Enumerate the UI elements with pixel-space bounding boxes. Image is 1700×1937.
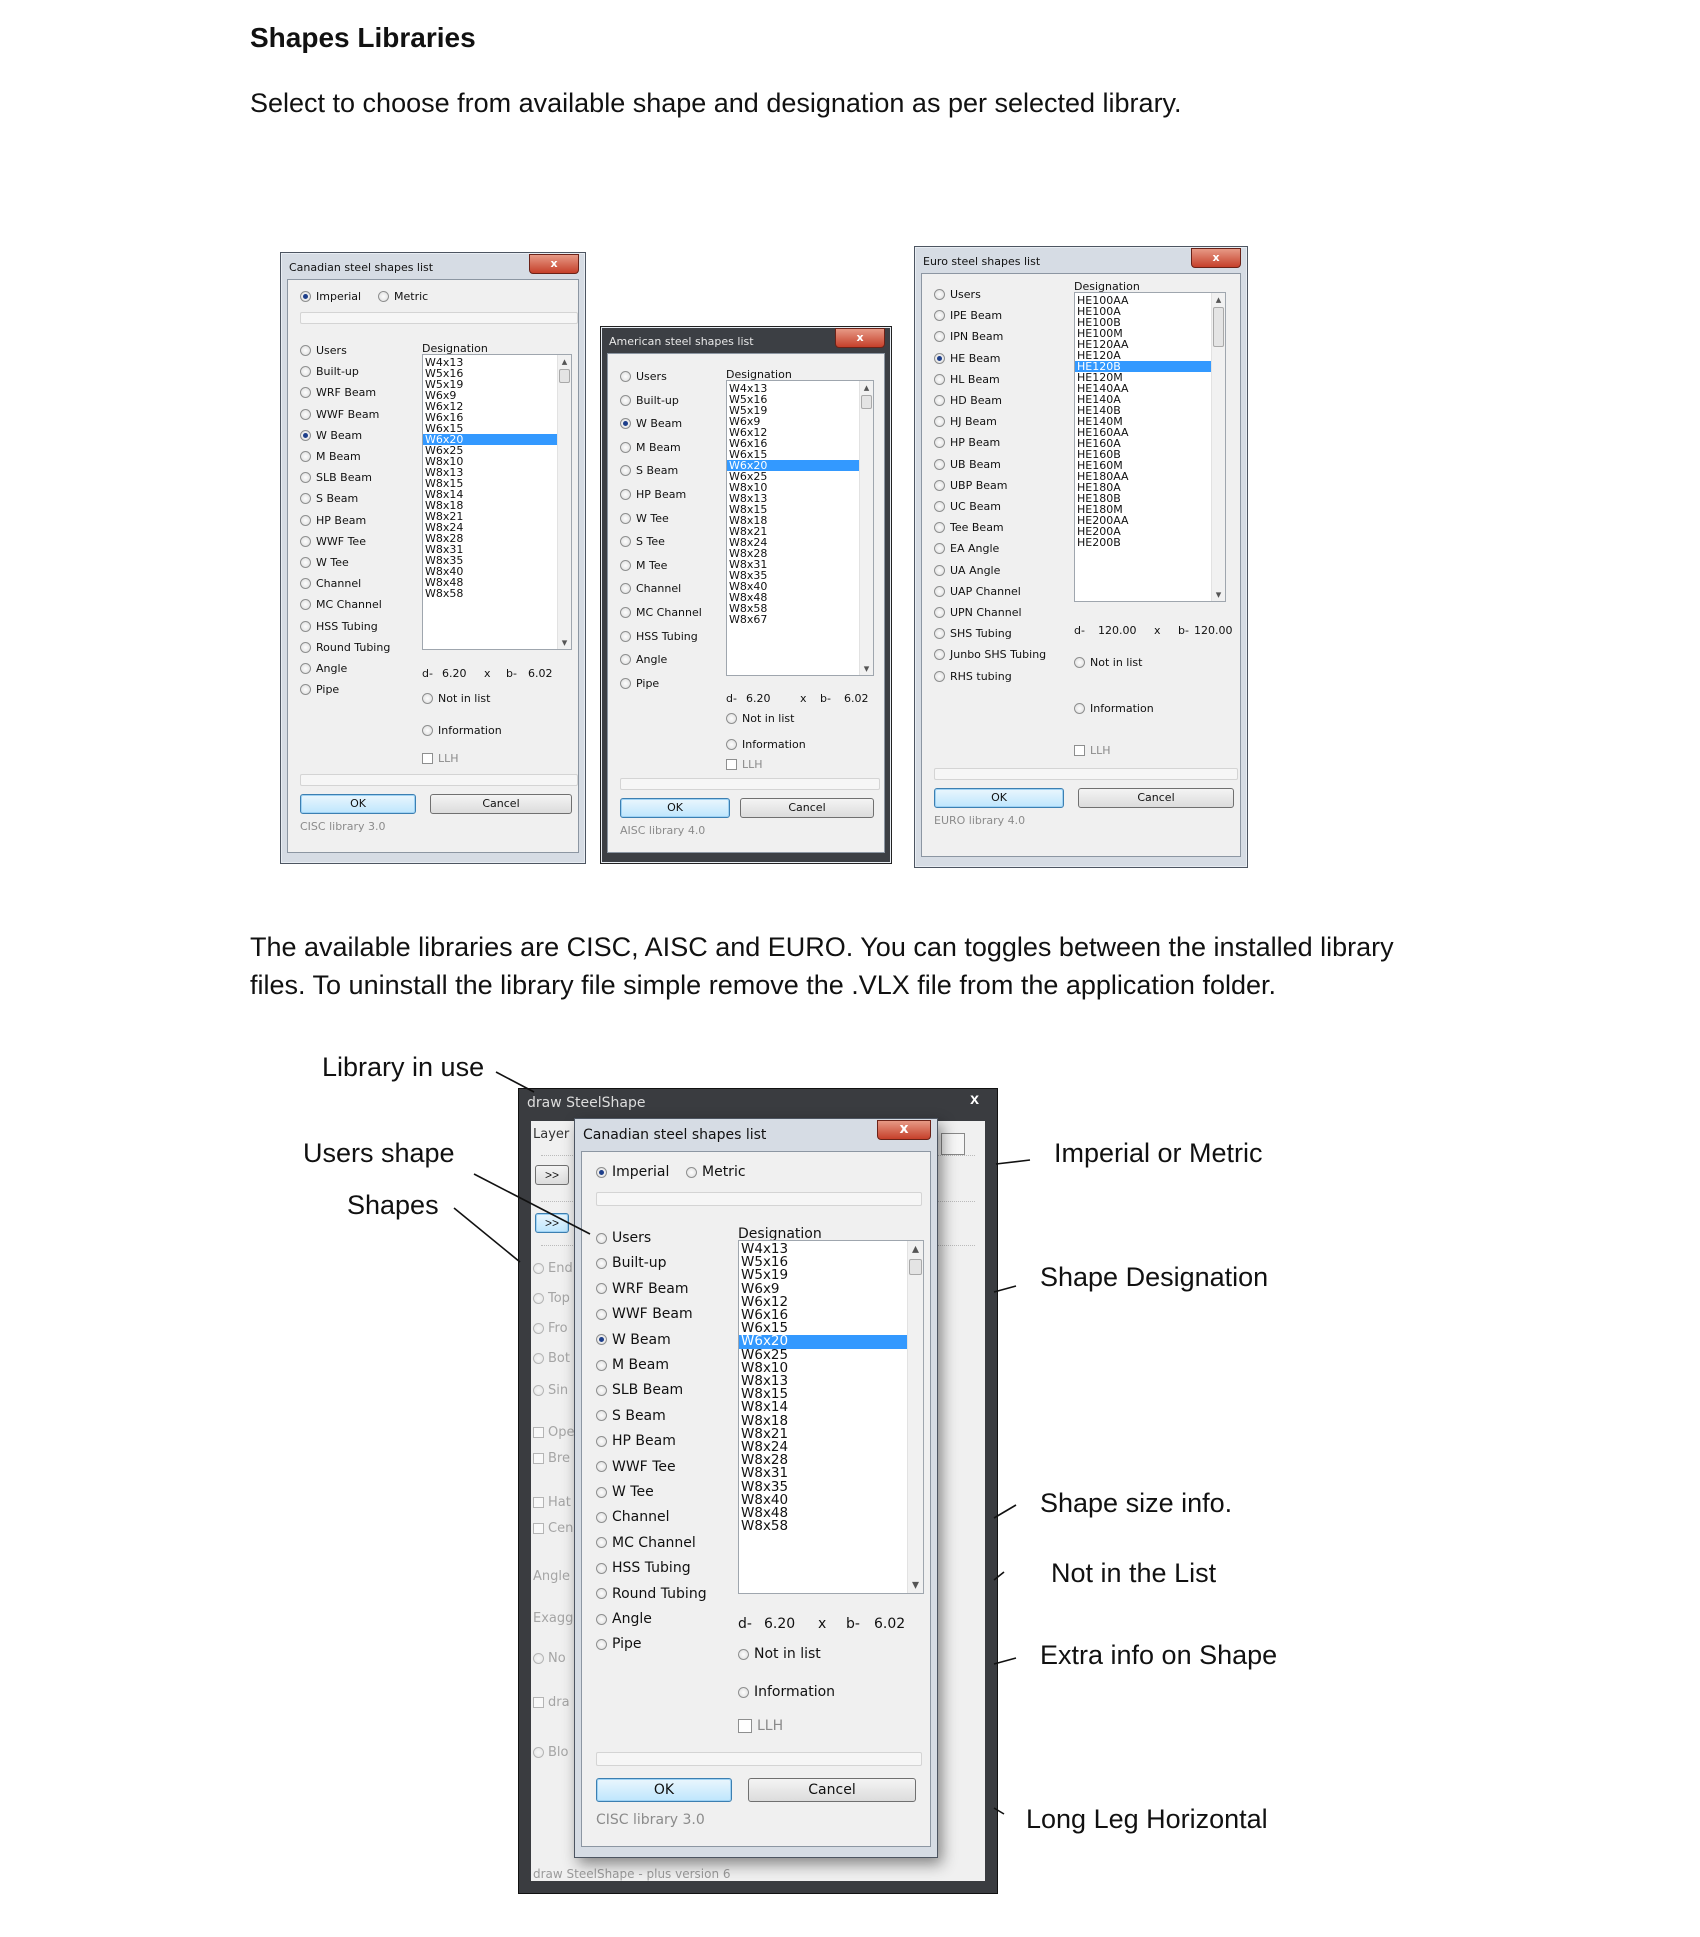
- annotation-library-in-use: Library in use: [322, 1052, 485, 1082]
- annotation-shape-size-info: Shape size info.: [1040, 1488, 1233, 1518]
- annotation-leader-lines: [453, 1071, 1031, 1815]
- annotation-users-shape: Users shape: [303, 1138, 455, 1168]
- leader-extra-info: [993, 1657, 1017, 1665]
- leader-library-in-use: [495, 1071, 535, 1093]
- leader-imperial-metric: [995, 1159, 1031, 1165]
- leader-shape-size: [993, 1504, 1017, 1519]
- leader-not-in-list: [993, 1571, 1005, 1581]
- leader-long-leg: [993, 1807, 1005, 1815]
- annotation-extra-info: Extra info on Shape: [1040, 1640, 1278, 1670]
- annotation-shapes: Shapes: [347, 1190, 439, 1220]
- leader-users-shape: [473, 1173, 591, 1235]
- annotation-not-in-the-list: Not in the List: [1051, 1558, 1217, 1588]
- leader-shapes: [453, 1207, 521, 1263]
- leader-shape-designation: [993, 1285, 1017, 1293]
- annotation-imperial-or-metric: Imperial or Metric: [1054, 1138, 1263, 1168]
- annotation-shape-designation: Shape Designation: [1040, 1262, 1269, 1292]
- annotation-long-leg-horizontal: Long Leg Horizontal: [1026, 1804, 1268, 1834]
